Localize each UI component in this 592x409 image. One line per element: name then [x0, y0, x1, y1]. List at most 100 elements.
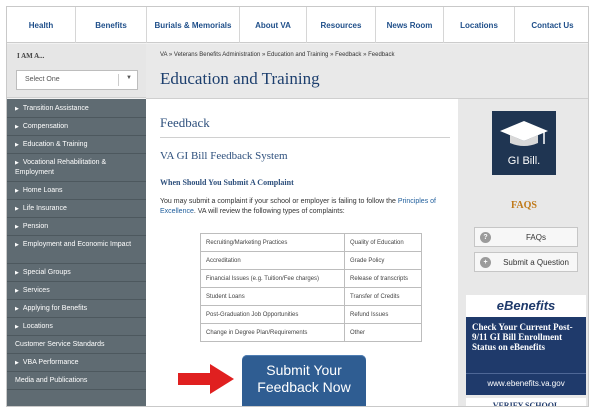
breadcrumb-separator: » [363, 52, 367, 58]
ebenefits-message: Check Your Current Post-9/11 GI Bill Enr… [472, 322, 573, 352]
triangle-right-icon: ▶ [15, 188, 19, 194]
intro-text: You may submit a complaint if your schoo… [160, 198, 398, 205]
top-nav: Health Benefits Burials & Memorials Abou… [7, 7, 588, 43]
leftnav-label: Special Groups [22, 269, 71, 276]
table-cell: Other [344, 323, 422, 342]
table-row: Recruiting/Marketing Practices Quality of… [200, 233, 422, 252]
nav-health[interactable]: Health [7, 7, 76, 43]
leftnav-employment-economic-impact[interactable]: ▶ Employment and Economic Impact [7, 236, 146, 264]
leftnav-applying-for-benefits[interactable]: ▶ Applying for Benefits [7, 300, 146, 318]
main-content: Feedback VA GI Bill Feedback System When… [146, 99, 458, 406]
triangle-right-icon: ▶ [15, 324, 19, 330]
table-cell: Quality of Education [344, 233, 422, 252]
chevron-down-icon: ▼ [126, 75, 132, 81]
faqs-button-label: FAQs [525, 233, 546, 242]
page-title: Education and Training [160, 69, 320, 88]
leftnav-compensation[interactable]: ▶ Compensation [7, 118, 146, 136]
breadcrumb-feedback[interactable]: Feedback [335, 52, 361, 58]
nav-contact-us[interactable]: Contact Us [515, 7, 588, 43]
select-divider [118, 74, 119, 86]
table-cell: Release of transcripts [344, 269, 422, 288]
ebenefits-banner[interactable]: eBenefits Check Your Current Post-9/11 G… [466, 295, 586, 395]
triangle-right-icon: ▶ [15, 206, 19, 212]
table-row: Student Loans Transfer of Credits [200, 287, 422, 306]
table-cell: Recruiting/Marketing Practices [200, 233, 345, 252]
triangle-right-icon: ▶ [15, 270, 19, 276]
triangle-right-icon: ▶ [15, 242, 19, 248]
triangle-right-icon: ▶ [15, 288, 19, 294]
submit-line-2: Feedback Now [257, 379, 351, 395]
table-cell: Student Loans [200, 287, 345, 306]
breadcrumb-current: Feedback [368, 52, 395, 58]
submit-question-label: Submit a Question [503, 258, 569, 267]
leftnav-label: Locations [22, 323, 53, 330]
submit-feedback-button[interactable]: Submit Your Feedback Now [242, 355, 366, 406]
gi-bill-text: GI Bill. [507, 155, 541, 167]
leftnav-services[interactable]: ▶ Services [7, 282, 146, 300]
ebenefits-url: www.ebenefits.va.gov [466, 373, 586, 393]
breadcrumb-vba[interactable]: Veterans Benefits Administration [174, 52, 260, 58]
submit-question-button[interactable]: + Submit a Question [474, 252, 578, 272]
content-subheading: VA GI Bill Feedback System [160, 150, 288, 162]
ebenefits-logo: eBenefits [466, 295, 586, 317]
table-row: Post-Graduation Job Opportunities Refund … [200, 305, 422, 324]
leftnav-locations[interactable]: ▶ Locations [7, 318, 146, 336]
section-heading: When Should You Submit A Complaint [160, 178, 294, 187]
triangle-right-icon: ▶ [15, 106, 19, 112]
red-arrow-icon [178, 364, 234, 394]
table-cell: Financial Issues (e.g. Tuition/Fee charg… [200, 269, 345, 288]
right-sidebar: GI Bill. FAQS ? FAQs + Submit a Question… [458, 99, 588, 406]
leftnav-label: Vocational Rehabilitation & Employment [15, 159, 107, 176]
table-cell: Accreditation [200, 251, 345, 270]
leftnav-label: Employment and Economic Impact [22, 241, 132, 248]
breadcrumb-separator: » [330, 52, 334, 58]
intro-text: . VA will review the following types of … [193, 208, 345, 215]
leftnav-pension[interactable]: ▶ Pension [7, 218, 146, 236]
leftnav-vocational-rehabilitation[interactable]: ▶ Vocational Rehabilitation & Employment [7, 154, 146, 182]
leftnav-label: Services [22, 287, 50, 294]
leftnav-special-groups[interactable]: ▶ Special Groups [7, 264, 146, 282]
triangle-right-icon: ▶ [15, 360, 19, 366]
content-heading: Feedback [160, 115, 210, 130]
triangle-right-icon: ▶ [15, 306, 19, 312]
plus-icon: + [480, 257, 491, 268]
nav-about-va[interactable]: About VA [240, 7, 307, 43]
leftnav-home-loans[interactable]: ▶ Home Loans [7, 182, 146, 200]
submit-line-1: Submit Your [266, 362, 342, 378]
table-row: Change in Degree Plan/Requirements Other [200, 323, 422, 342]
breadcrumb-separator: » [168, 52, 173, 58]
graduation-cap-icon [500, 121, 548, 146]
leftnav-customer-service-standards[interactable]: Customer Service Standards [7, 336, 146, 354]
triangle-right-icon: ▶ [15, 142, 19, 148]
i-am-a-label: I AM A... [17, 52, 45, 60]
leftnav-life-insurance[interactable]: ▶ Life Insurance [7, 200, 146, 218]
leftnav-label: Transition Assistance [22, 105, 89, 112]
nav-locations[interactable]: Locations [444, 7, 515, 43]
leftnav-transition-assistance[interactable]: ▶ Transition Assistance [7, 99, 146, 118]
leftnav-label: Life Insurance [22, 205, 67, 212]
table-cell: Refund Issues [344, 305, 422, 324]
breadcrumb: VA » Veterans Benefits Administration » … [160, 52, 394, 58]
table-cell: Post-Graduation Job Opportunities [200, 305, 345, 324]
main-header: VA » Veterans Benefits Administration » … [146, 44, 588, 99]
nav-news-room[interactable]: News Room [376, 7, 444, 43]
nav-burials-memorials[interactable]: Burials & Memorials [147, 7, 240, 43]
nav-resources[interactable]: Resources [307, 7, 376, 43]
faqs-button[interactable]: ? FAQs [474, 227, 578, 247]
select-value: Select One [25, 76, 60, 83]
nav-benefits[interactable]: Benefits [76, 7, 147, 43]
verify-school-banner[interactable]: VERIFY SCHOOL [466, 398, 586, 406]
i-am-a-select[interactable]: Select One ▼ [16, 70, 138, 90]
leftnav-vba-performance[interactable]: ▶ VBA Performance [7, 354, 146, 372]
breadcrumb-education-training[interactable]: Education and Training [267, 52, 328, 58]
leftnav-media-publications[interactable]: Media and Publications [7, 372, 146, 390]
gi-bill-logo[interactable]: GI Bill. [492, 111, 556, 175]
leftnav-label: Compensation [22, 123, 68, 130]
leftnav-label: VBA Performance [22, 359, 79, 366]
breadcrumb-va[interactable]: VA [160, 52, 167, 58]
breadcrumb-separator: » [261, 52, 266, 58]
table-cell: Change in Degree Plan/Requirements [200, 323, 345, 342]
page-frame: Health Benefits Burials & Memorials Abou… [6, 6, 589, 407]
leftnav-education-training[interactable]: ▶ Education & Training [7, 136, 146, 154]
table-cell: Transfer of Credits [344, 287, 422, 306]
